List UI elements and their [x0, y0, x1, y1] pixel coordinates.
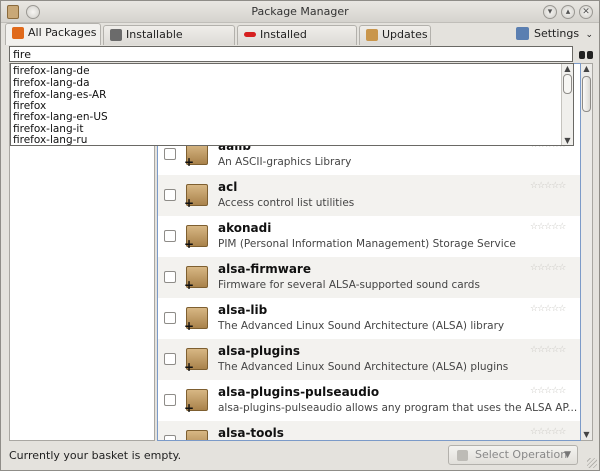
title-bar: Package Manager ▾ ▴ ✕ [1, 1, 599, 23]
package-icon [184, 266, 208, 292]
autocomplete-popup: firefox-lang-de firefox-lang-da firefox-… [10, 63, 574, 146]
package-icon [184, 348, 208, 374]
package-icon [184, 143, 208, 169]
rating-stars: ☆☆☆☆☆ [530, 181, 566, 191]
scroll-down-icon[interactable]: ▼ [581, 430, 592, 440]
package-name: alsa-lib [218, 303, 268, 317]
tab-updates[interactable]: Updates [359, 25, 431, 45]
package-name: alsa-firmware [218, 262, 311, 276]
select-operation-button[interactable]: Select Operation ▼ [448, 445, 578, 465]
settings-label: Settings [533, 27, 580, 40]
settings-icon [515, 27, 529, 40]
suggestion-item[interactable]: firefox-lang-da [13, 77, 90, 89]
package-description: The Advanced Linux Sound Architecture (A… [218, 361, 509, 373]
package-icon [184, 184, 208, 210]
window-title: Package Manager [251, 5, 349, 18]
package-checkbox[interactable] [164, 353, 176, 365]
package-icon [186, 430, 208, 440]
popup-scrollbar[interactable]: ▲ ▼ [561, 64, 573, 145]
minimize-icon[interactable]: ▾ [543, 5, 557, 19]
table-row[interactable]: alsa-lib The Advanced Linux Sound Archit… [158, 298, 580, 339]
status-text: Currently your basket is empty. [9, 449, 182, 462]
package-name: acl [218, 180, 238, 194]
tab-bar: All Packages Installable Packages Instal… [5, 23, 595, 59]
suggestion-item[interactable]: firefox-lang-ru [13, 134, 87, 146]
popup-scrollbar-thumb[interactable] [563, 74, 572, 94]
package-name: alsa-plugins-pulseaudio [218, 385, 380, 399]
table-row[interactable]: alsa-plugins The Advanced Linux Sound Ar… [158, 339, 580, 380]
table-row[interactable]: akonadi PIM (Personal Information Manage… [158, 216, 580, 257]
installed-packages-icon [244, 32, 256, 37]
package-checkbox[interactable] [164, 148, 176, 160]
package-manager-window: Package Manager ▾ ▴ ✕ All Packages Insta… [0, 0, 600, 471]
package-checkbox[interactable] [164, 271, 176, 283]
package-name: alsa-tools [218, 426, 284, 440]
package-description: Firmware for several ALSA-supported soun… [218, 279, 480, 291]
scroll-down-icon[interactable]: ▼ [562, 136, 573, 145]
binoculars-icon[interactable] [579, 48, 593, 60]
package-checkbox[interactable] [164, 435, 176, 440]
package-description: Access control list utilities [218, 197, 355, 209]
suggestion-item[interactable]: firefox-lang-en-US [13, 111, 108, 123]
package-description: The Advanced Linux Sound Architecture (A… [218, 320, 505, 332]
tab-installed-packages[interactable]: Installed Packages [237, 25, 357, 59]
package-checkbox[interactable] [164, 230, 176, 242]
package-checkbox[interactable] [164, 394, 176, 406]
table-row[interactable]: alsa-tools ☆☆☆☆☆ [158, 421, 580, 440]
tab-installable-packages[interactable]: Installable Packages [103, 25, 235, 59]
package-description: An ASCII-graphics Library [218, 156, 352, 168]
settings-menu-button[interactable]: Settings ⌄ [515, 27, 593, 40]
package-name: akonadi [218, 221, 272, 235]
package-icon [184, 389, 208, 415]
scrollbar-thumb[interactable] [582, 76, 591, 112]
package-name: alsa-plugins [218, 344, 301, 358]
resize-grip[interactable] [587, 458, 597, 468]
package-checkbox[interactable] [164, 312, 176, 324]
rating-stars: ☆☆☆☆☆ [530, 386, 566, 396]
scroll-up-icon[interactable]: ▲ [562, 64, 573, 73]
chevron-down-icon: ▼ [564, 450, 571, 460]
rating-stars: ☆☆☆☆☆ [530, 263, 566, 273]
select-operation-label: Select Operation [475, 448, 568, 461]
rating-stars: ☆☆☆☆☆ [530, 304, 566, 314]
close-icon[interactable]: ✕ [579, 5, 593, 19]
package-icon [184, 225, 208, 251]
rating-stars: ☆☆☆☆☆ [530, 222, 566, 232]
all-packages-icon [12, 27, 24, 39]
list-scrollbar[interactable]: ▲ ▼ [581, 63, 593, 441]
tab-all-packages[interactable]: All Packages [5, 23, 101, 45]
tab-label: All Packages [28, 26, 97, 39]
maximize-icon[interactable]: ▴ [561, 5, 575, 19]
package-description: PIM (Personal Information Management) St… [218, 238, 516, 250]
rating-stars: ☆☆☆☆☆ [530, 427, 566, 437]
installable-packages-icon [110, 29, 122, 41]
table-row[interactable]: acl Access control list utilities ☆☆☆☆☆ [158, 175, 580, 216]
updates-icon [366, 29, 378, 41]
suggestion-item[interactable]: firefox-lang-de [13, 65, 90, 77]
search-input[interactable] [9, 46, 573, 62]
package-checkbox[interactable] [164, 189, 176, 201]
tab-label: Updates [382, 28, 428, 41]
table-row[interactable]: alsa-firmware Firmware for several ALSA-… [158, 257, 580, 298]
rating-stars: ☆☆☆☆☆ [530, 345, 566, 355]
operation-icon [457, 450, 468, 461]
table-row[interactable]: alsa-plugins-pulseaudio alsa-plugins-pul… [158, 380, 580, 421]
search-row [9, 46, 593, 62]
package-icon [184, 307, 208, 333]
scroll-up-icon[interactable]: ▲ [581, 64, 592, 74]
package-description: alsa-plugins-pulseaudio allows any progr… [218, 402, 578, 414]
chevron-down-icon: ⌄ [582, 30, 593, 40]
